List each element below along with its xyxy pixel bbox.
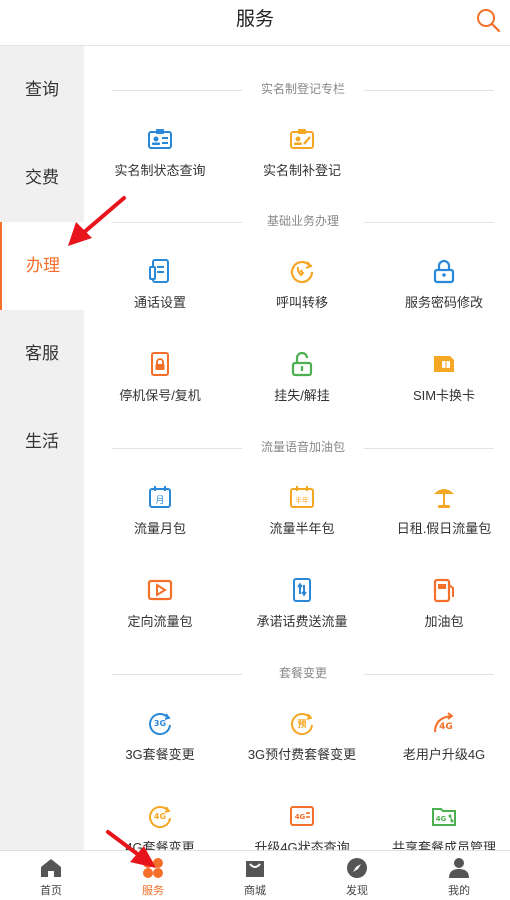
service-label: 实名制状态查询 — [114, 163, 206, 178]
service-label: 升级4G状态查询 — [254, 840, 350, 850]
sidebar-item-payment[interactable]: 交费 — [0, 134, 84, 222]
service-label: 通话设置 — [133, 295, 186, 310]
service-label: 4G套餐变更 — [125, 840, 195, 850]
section-title-basic-services: 基础业务办理 — [112, 212, 494, 232]
nav-label: 我的 — [448, 885, 470, 897]
nav-label: 发现 — [346, 885, 368, 897]
section-title-data-packs: 流量语音加油包 — [112, 438, 494, 458]
nav-discover[interactable]: 发现 — [306, 851, 408, 900]
service-label: 定向流量包 — [127, 614, 193, 629]
service-tile[interactable]: 挂失/解挂 — [231, 351, 373, 421]
folder-share-icon: 4G — [432, 808, 456, 826]
service-tile[interactable]: 月 流量月包 — [89, 484, 231, 554]
nav-home[interactable]: 首页 — [0, 851, 102, 900]
phone-settings-icon — [149, 259, 169, 283]
service-label: 承诺话费送流量 — [256, 614, 348, 629]
beach-umbrella-icon — [434, 489, 454, 508]
service-tile[interactable]: 4G 老用户升级4G — [373, 710, 510, 780]
service-tile[interactable]: 加油包 — [373, 577, 510, 647]
svg-text:预: 预 — [297, 719, 306, 730]
home-icon — [41, 859, 61, 877]
service-tile[interactable]: 半年 流量半年包 — [231, 484, 373, 554]
service-label: 加油包 — [424, 614, 464, 629]
4g-refresh-icon: 4G — [149, 806, 171, 829]
service-tile[interactable]: 呼叫转移 — [231, 258, 373, 328]
service-tile[interactable]: 停机保号/复机 — [89, 351, 231, 421]
top-bar: 服务 — [0, 0, 510, 46]
service-label: 停机保号/复机 — [119, 388, 201, 403]
id-card-edit-icon — [290, 129, 314, 149]
call-forward-icon — [290, 260, 314, 284]
phone-lock-icon — [151, 352, 169, 376]
sidebar-item-handle[interactable]: 办理 — [0, 222, 84, 310]
service-tile[interactable]: 实名制状态查询 — [89, 126, 231, 196]
shopping-bag-icon — [246, 861, 264, 877]
nav-label: 服务 — [142, 885, 164, 897]
calendar-half-year-icon: 半年 — [290, 486, 314, 508]
prepaid-icon: 预 — [291, 713, 313, 736]
service-tile[interactable]: SIM卡换卡 — [373, 351, 510, 421]
svg-text:4G: 4G — [154, 812, 166, 821]
service-tile[interactable]: 定向流量包 — [89, 577, 231, 647]
service-label: 呼叫转移 — [275, 295, 328, 310]
service-tile[interactable]: 实名制补登记 — [231, 126, 373, 196]
service-tile[interactable]: 通话设置 — [89, 258, 231, 328]
lock-icon — [433, 259, 455, 284]
service-label: 3G套餐变更 — [125, 747, 195, 762]
service-label: 流量半年包 — [269, 521, 335, 536]
nav-services[interactable]: 服务 — [102, 851, 204, 900]
3g-refresh-icon: 3G — [149, 713, 171, 736]
sidebar-item-customer-service[interactable]: 客服 — [0, 310, 84, 398]
service-tile[interactable]: 4G 共享套餐成员管理 — [373, 803, 510, 850]
services-icon — [143, 858, 163, 878]
svg-text:3G: 3G — [154, 719, 166, 728]
service-label: 流量月包 — [133, 521, 186, 536]
service-tile[interactable]: 4G 4G套餐变更 — [89, 803, 231, 850]
nav-label: 首页 — [40, 885, 62, 897]
service-label: 挂失/解挂 — [274, 388, 330, 403]
fuel-icon — [433, 578, 454, 603]
section-title-plan-change: 套餐变更 — [112, 664, 494, 684]
svg-text:4G: 4G — [436, 815, 447, 823]
section-title-real-name: 实名制登记专栏 — [112, 80, 494, 100]
sidebar-item-query[interactable]: 查询 — [0, 46, 84, 134]
phone-data-icon — [293, 578, 311, 602]
service-tile[interactable]: 日租.假日流量包 — [373, 484, 510, 554]
service-tile[interactable]: 承诺话费送流量 — [231, 577, 373, 647]
sidebar-item-life[interactable]: 生活 — [0, 398, 84, 486]
service-label: 老用户升级4G — [402, 747, 486, 762]
4g-status-icon: 4G — [290, 806, 314, 826]
service-tile[interactable]: 4G 升级4G状态查询 — [231, 803, 373, 850]
play-icon — [147, 579, 173, 601]
service-tile[interactable]: 服务密码修改 — [373, 258, 510, 328]
user-icon — [449, 858, 469, 878]
service-label: 3G预付费套餐变更 — [247, 747, 357, 762]
service-content: 实名制登记专栏 实名制状态查询 实名制补登记 基础业务办理 通话设置 呼叫转移 … — [84, 46, 510, 850]
service-label: 共享套餐成员管理 — [391, 840, 496, 850]
service-label: SIM卡换卡 — [412, 388, 476, 403]
service-label: 实名制补登记 — [262, 163, 341, 178]
calendar-month-icon: 月 — [149, 486, 171, 508]
category-sidebar: 查询 交费 办理 客服 生活 — [0, 46, 84, 850]
sim-card-icon — [434, 356, 454, 372]
service-label: 服务密码修改 — [404, 295, 483, 310]
4g-upgrade-icon: 4G — [434, 712, 454, 733]
compass-icon — [347, 858, 367, 878]
bottom-nav: 首页 服务 商城 发现 我的 — [0, 850, 510, 900]
svg-text:月: 月 — [155, 495, 164, 506]
svg-text:4G: 4G — [439, 722, 453, 732]
nav-label: 商城 — [244, 885, 266, 897]
nav-mine[interactable]: 我的 — [408, 851, 510, 900]
service-label: 日租.假日流量包 — [396, 521, 492, 536]
service-tile[interactable]: 预 3G预付费套餐变更 — [231, 710, 373, 780]
service-tile[interactable]: 3G 3G套餐变更 — [89, 710, 231, 780]
search-icon[interactable] — [474, 6, 502, 34]
svg-text:4G: 4G — [295, 813, 306, 821]
svg-text:半年: 半年 — [295, 496, 309, 505]
id-card-icon — [148, 129, 172, 149]
nav-mall[interactable]: 商城 — [204, 851, 306, 900]
page-title: 服务 — [235, 9, 274, 30]
unlock-icon — [291, 351, 313, 377]
